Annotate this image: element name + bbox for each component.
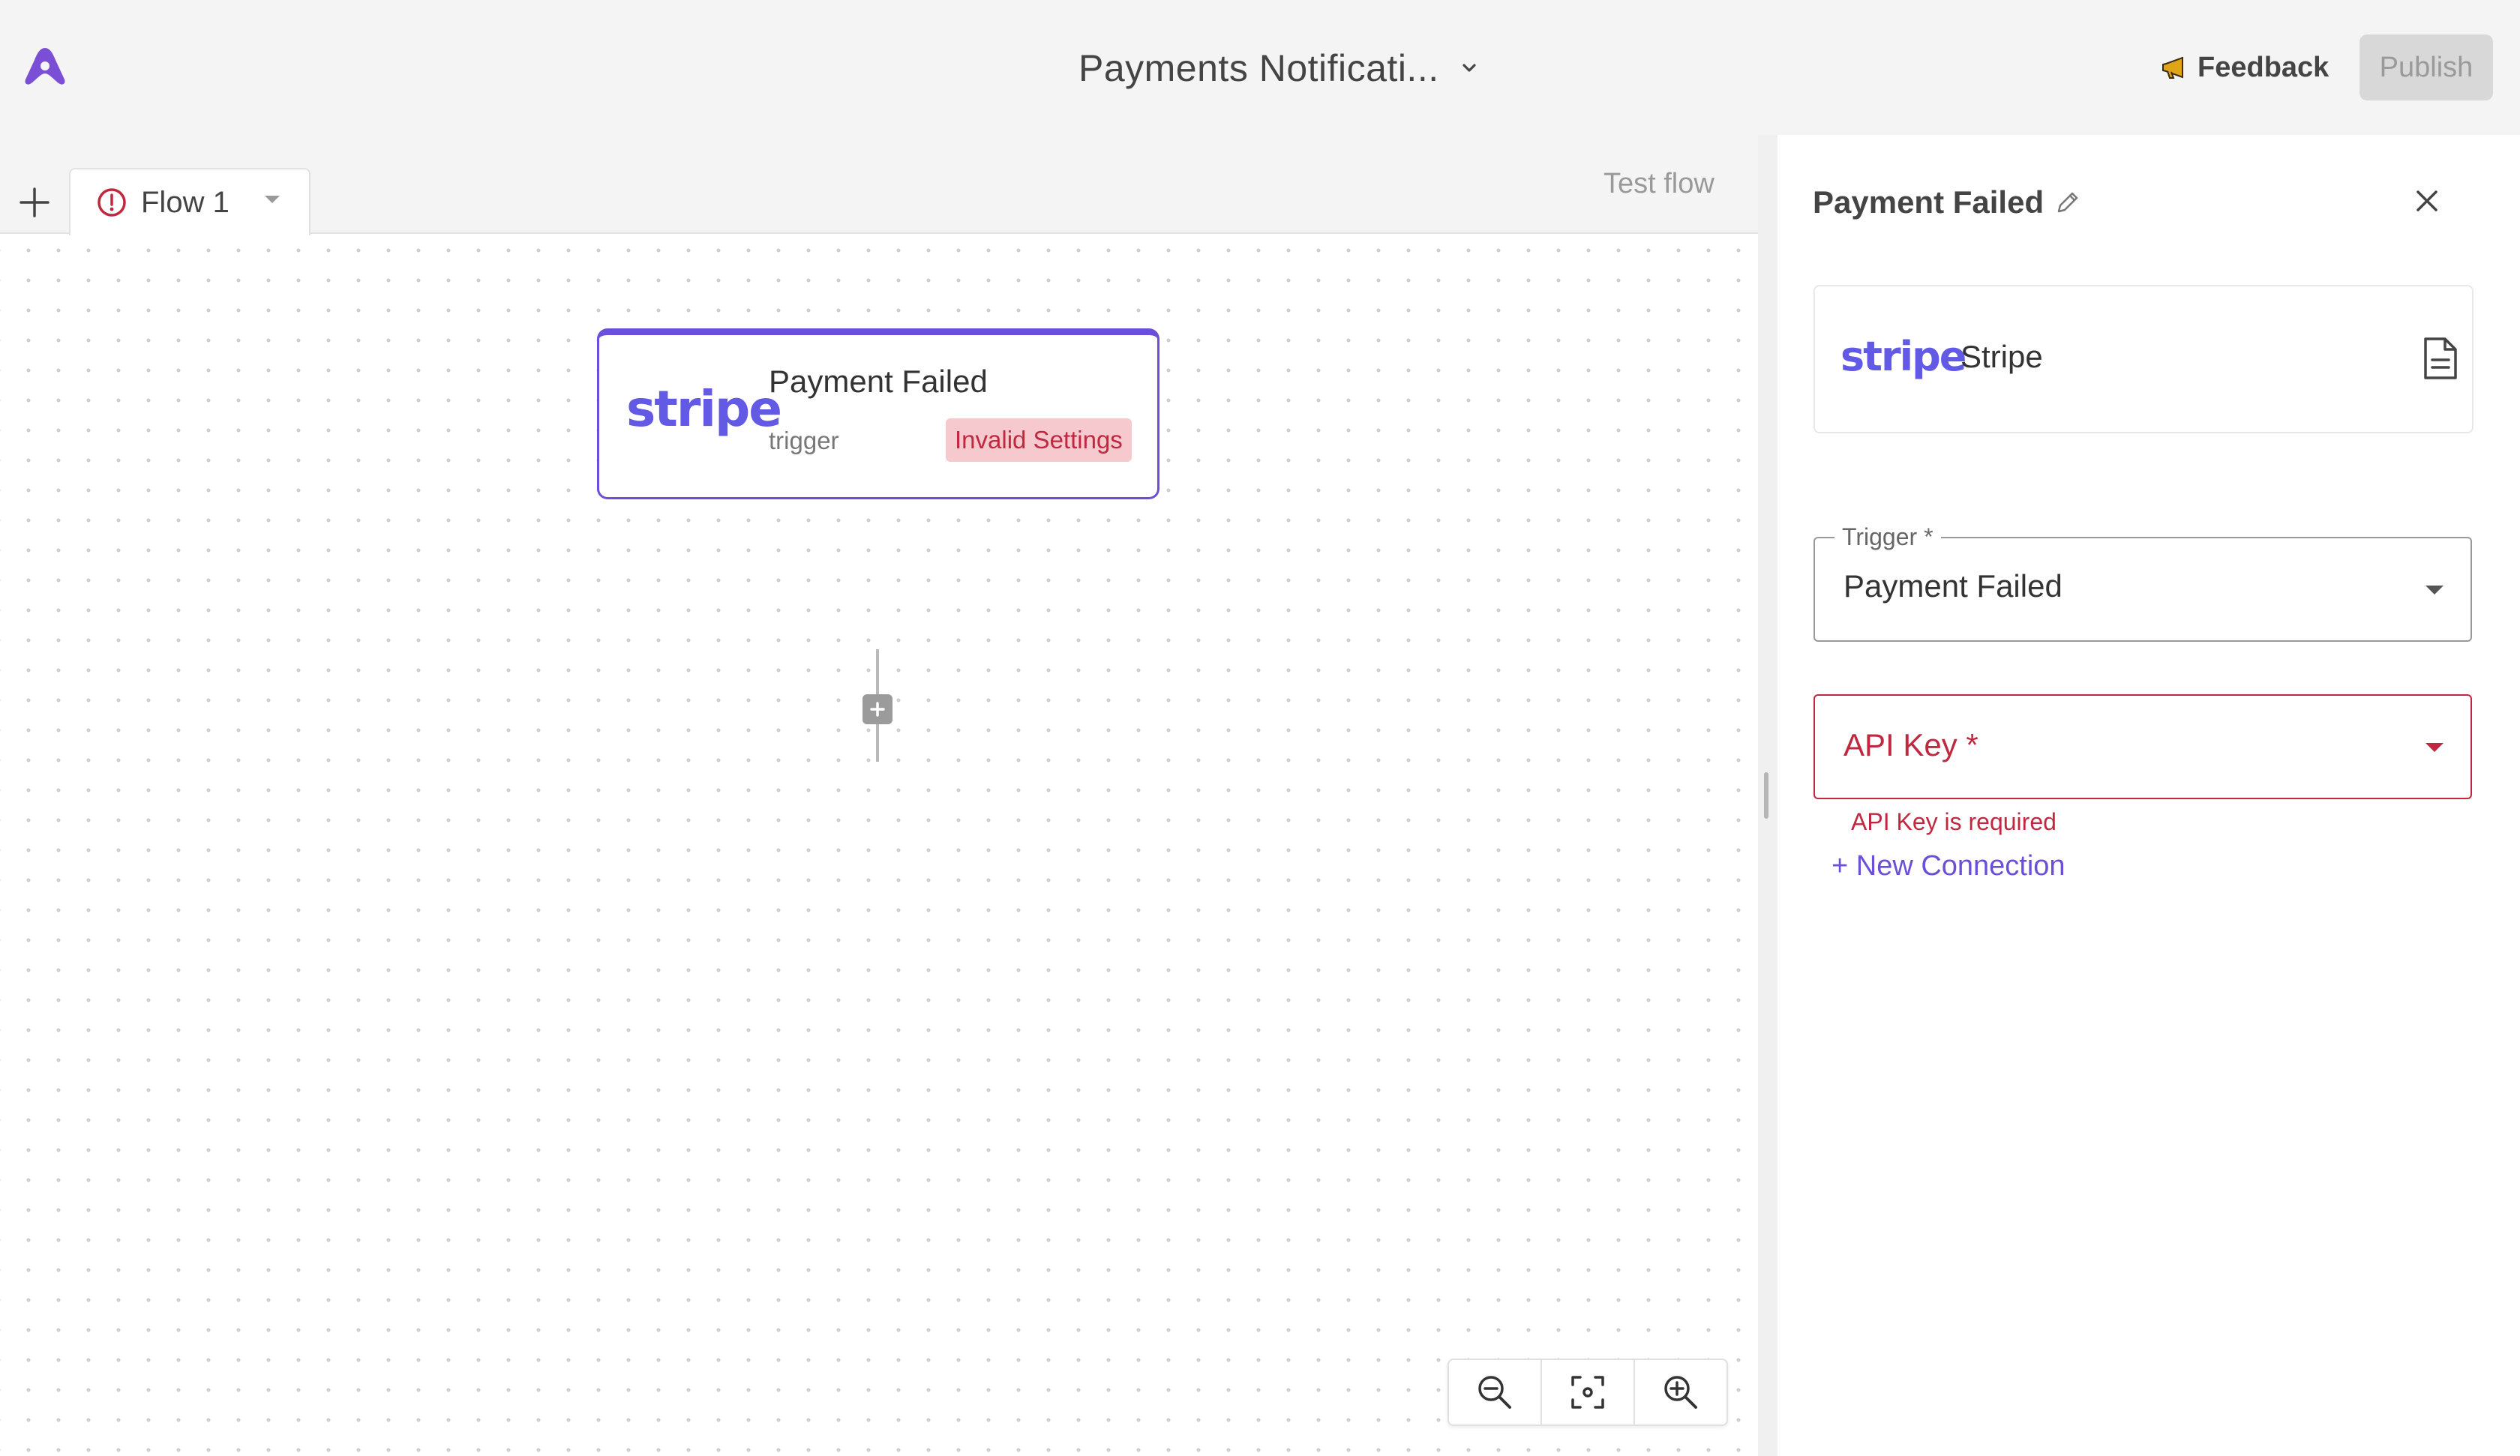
caret-down-icon[interactable] <box>262 192 282 207</box>
new-connection-link[interactable]: + New Connection <box>1832 850 2066 882</box>
plus-icon[interactable] <box>16 184 52 220</box>
zoom-out-button[interactable] <box>1449 1360 1542 1425</box>
api-key-placeholder: API Key * <box>1844 727 1978 762</box>
zoom-out-icon <box>1478 1376 1511 1409</box>
flow-title-dropdown[interactable]: Payments Notificati... <box>1078 42 1480 94</box>
stripe-logo: stripe <box>1840 333 1966 380</box>
trigger-value: Payment Failed <box>1844 568 2062 604</box>
piece-name: Stripe <box>1960 339 2043 374</box>
trigger-step-card[interactable]: stripe Payment Failed trigger Invalid Se… <box>597 328 1160 499</box>
flow-canvas[interactable]: Flow 1 Test flow stripe Payment Failed t… <box>0 135 1758 1456</box>
status-badge: Invalid Settings <box>946 418 1132 462</box>
add-step-button[interactable] <box>862 694 892 724</box>
panel-title-text: Payment Failed <box>1813 184 2044 220</box>
chevron-down-icon <box>1462 64 1476 72</box>
flow-title: Payments Notificati... <box>1078 47 1439 89</box>
feedback-label: Feedback <box>2198 51 2330 83</box>
top-bar: Payments Notificati... Feedback Publish <box>0 0 2520 135</box>
test-flow-button[interactable]: Test flow <box>1604 168 1714 200</box>
flow-tabs-bar: Flow 1 Test flow <box>0 135 1758 235</box>
zoom-in-icon <box>1664 1376 1697 1409</box>
tab-flow-1[interactable]: Flow 1 <box>69 168 310 235</box>
megaphone-icon <box>2162 56 2183 79</box>
pencil-icon[interactable] <box>2054 189 2081 216</box>
trigger-select[interactable]: Trigger * Payment Failed <box>1814 523 2472 642</box>
publish-button[interactable]: Publish <box>2360 34 2493 100</box>
stripe-logo: stripe <box>626 380 782 438</box>
panel-title[interactable]: Payment Failed <box>1813 184 2081 220</box>
zoom-controls <box>1448 1359 1728 1426</box>
feedback-button[interactable]: Feedback <box>2160 45 2329 90</box>
step-title: Payment Failed <box>769 364 988 399</box>
caret-down-icon <box>2426 743 2444 752</box>
document-icon[interactable] <box>2420 336 2460 381</box>
resize-handle[interactable] <box>1764 772 1768 819</box>
tab-label: Flow 1 <box>141 185 230 219</box>
close-icon[interactable] <box>2410 184 2444 217</box>
zoom-in-button[interactable] <box>1635 1360 1726 1425</box>
fit-view-icon <box>1571 1376 1604 1409</box>
caret-down-icon <box>2426 586 2444 595</box>
error-circle-icon <box>98 188 126 217</box>
fit-view-button[interactable] <box>1542 1360 1635 1425</box>
activepieces-logo-icon[interactable] <box>22 43 68 88</box>
api-key-select[interactable]: API Key * <box>1814 694 2472 799</box>
trigger-label: Trigger * <box>1834 523 1941 551</box>
step-settings-panel: Payment Failed stripe Stripe Trigger * P… <box>1778 135 2520 1456</box>
piece-card: stripe Stripe <box>1814 285 2474 433</box>
plus-icon <box>870 702 885 717</box>
api-key-error: API Key is required <box>1851 808 2056 835</box>
step-type: trigger <box>769 427 839 454</box>
